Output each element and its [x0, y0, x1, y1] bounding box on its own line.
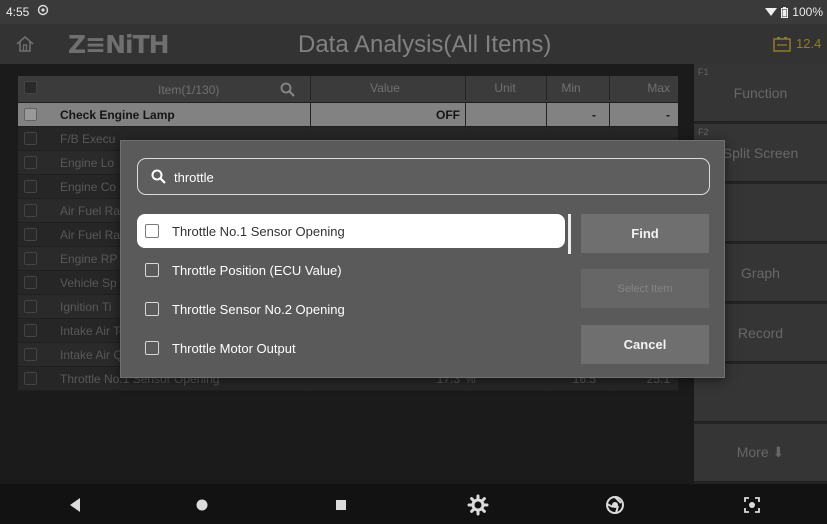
search-input[interactable]	[174, 166, 674, 188]
search-icon	[151, 169, 166, 184]
settings-icon[interactable]	[467, 494, 489, 516]
search-dialog: Throttle No.1 Sensor Opening Throttle Po…	[120, 140, 725, 378]
screen: 4:55 100% Z≡NiTH Data Analysis(All Items…	[0, 0, 827, 524]
browser-icon[interactable]	[604, 494, 626, 516]
search-result-item[interactable]: Throttle No.1 Sensor Opening	[137, 214, 565, 248]
status-bar: 4:55 100%	[0, 0, 827, 24]
screenshot-icon[interactable]	[741, 494, 763, 516]
status-right: 100%	[765, 5, 823, 19]
wifi-icon	[765, 8, 778, 16]
settings-status-icon	[37, 4, 49, 16]
result-checkbox[interactable]	[145, 224, 159, 238]
result-label: Throttle No.1 Sensor Opening	[172, 224, 345, 239]
result-checkbox[interactable]	[145, 302, 159, 316]
result-checkbox[interactable]	[145, 341, 159, 355]
recents-icon[interactable]	[330, 494, 352, 516]
result-label: Throttle Position (ECU Value)	[172, 263, 342, 278]
cancel-button[interactable]: Cancel	[581, 325, 709, 364]
find-button[interactable]: Find	[581, 214, 709, 253]
result-checkbox[interactable]	[145, 263, 159, 277]
selection-indicator	[568, 214, 571, 254]
select-item-button[interactable]: Select Item	[581, 269, 709, 308]
battery-percent: 100%	[792, 5, 823, 19]
search-result-item[interactable]: Throttle Position (ECU Value)	[137, 253, 565, 287]
back-icon[interactable]	[65, 494, 87, 516]
battery-status-icon	[781, 6, 789, 18]
result-label: Throttle Motor Output	[172, 341, 296, 356]
search-result-item[interactable]: Throttle Motor Output	[137, 331, 565, 365]
search-field[interactable]	[137, 158, 710, 195]
status-time: 4:55	[6, 5, 30, 19]
nav-bar	[0, 484, 827, 524]
search-result-item[interactable]: Throttle Sensor No.2 Opening	[137, 292, 565, 326]
home-nav-icon[interactable]	[191, 494, 213, 516]
result-label: Throttle Sensor No.2 Opening	[172, 302, 345, 317]
